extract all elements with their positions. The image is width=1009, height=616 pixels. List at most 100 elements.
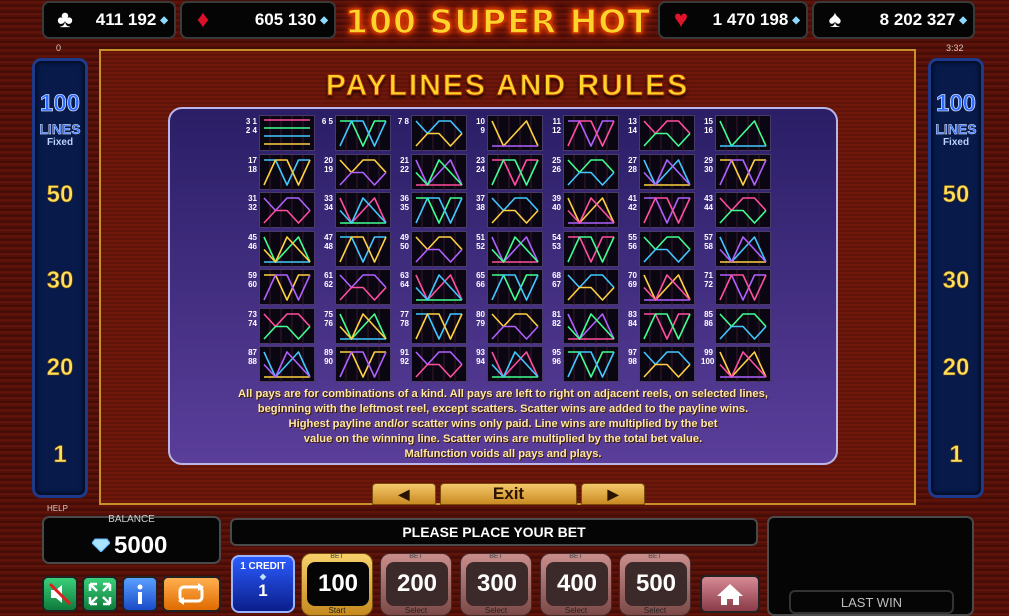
payline-pattern-icon [335, 115, 391, 151]
bet-value: 100 [307, 562, 369, 606]
payline-pattern-icon [335, 269, 391, 305]
lines-label: LINES [935, 121, 977, 137]
jackpot-hearts: ♥ 1 470 198 ◆ [658, 1, 808, 39]
lines-fixed-label: Fixed [942, 137, 970, 148]
lines-option-50[interactable]: 50 [931, 181, 981, 209]
left-counter: 0 [56, 43, 62, 53]
sound-toggle-button[interactable] [42, 576, 78, 612]
bet-caption: BET [648, 553, 662, 560]
clubs-icon: ♣ [57, 6, 73, 33]
payline-pattern-icon [639, 153, 695, 190]
right-arrow-icon: ▶ [607, 486, 619, 502]
payline-number: 89 90 [324, 348, 333, 366]
payline-pattern-icon [487, 307, 543, 344]
left-arrow-icon: ◀ [398, 486, 410, 502]
lines-option-30[interactable]: 30 [35, 267, 85, 295]
bet-value: 400 [546, 562, 608, 606]
bet-400-button[interactable]: BET 400 Select [540, 553, 612, 616]
bet-100-button[interactable]: BET 100 Start [301, 553, 373, 616]
payline-pattern-icon [639, 346, 695, 382]
payline-number: 27 28 [628, 155, 637, 174]
payline-number: 57 58 [704, 232, 713, 251]
paylines-panel: PAYLINES AND RULES 3 1 2 4 6 5 7 8 10 9 11 1… [99, 49, 916, 505]
payline-number: 54 53 [552, 232, 561, 251]
payline-number: 65 66 [476, 271, 485, 289]
bet-caption: BET [330, 553, 344, 560]
bet-200-button[interactable]: BET 200 Select [380, 553, 452, 616]
payline-number: 99 100 [701, 348, 715, 366]
jackpot-clubs: ♣ 411 192 ◆ [42, 1, 176, 39]
payline-thumbnail: 95 96 [549, 346, 619, 383]
payline-number: 95 96 [552, 348, 561, 366]
bet-action: Start [328, 606, 346, 615]
clock: 3:32 [946, 43, 964, 53]
payline-thumbnail: 93 94 [473, 346, 543, 383]
lines-count: 100 [935, 90, 977, 117]
autoplay-button[interactable] [162, 576, 221, 612]
payline-thumbnail: 73 74 [245, 307, 315, 345]
lines-option-30[interactable]: 30 [931, 267, 981, 295]
bet-500-button[interactable]: BET 500 Select [619, 553, 691, 616]
next-page-button[interactable]: ▶ [581, 483, 645, 505]
status-message: PLEASE PLACE YOUR BET [230, 518, 758, 546]
game-title: 100 SUPER HOT [344, 1, 651, 42]
payline-number: 25 26 [552, 155, 561, 174]
bet-value: 300 [466, 562, 528, 606]
jackpot-hearts-value: 1 470 198 [712, 10, 789, 29]
diamond-gem-icon: ◆ [792, 14, 800, 26]
prev-page-button[interactable]: ◀ [372, 483, 436, 505]
credit-label: 1 CREDIT [240, 561, 286, 572]
fullscreen-button[interactable] [82, 576, 118, 612]
payline-thumbnail: 63 64 [397, 269, 467, 306]
payline-thumbnail: 17 18 [245, 153, 315, 191]
payline-number: 85 86 [704, 309, 713, 328]
payline-thumbnail: 33 34 [321, 192, 391, 229]
payline-thumbnail: 68 67 [549, 269, 619, 306]
payline-thumbnail: 23 24 [473, 153, 543, 191]
lines-option-1[interactable]: 1 [35, 441, 85, 469]
payline-number: 59 60 [248, 271, 257, 289]
payline-number: 45 46 [248, 232, 257, 251]
home-button[interactable] [700, 575, 760, 613]
lines-option-20[interactable]: 20 [931, 354, 981, 382]
exit-button[interactable]: Exit [440, 483, 577, 505]
payline-pattern-icon [259, 307, 315, 344]
diamonds-icon: ♦ [196, 6, 210, 33]
payline-thumbnail: 47 48 [321, 230, 391, 268]
payline-number: 49 50 [400, 232, 409, 251]
payline-thumbnail: 51 52 [473, 230, 543, 268]
payline-number: 97 98 [628, 348, 637, 366]
payline-number: 47 48 [324, 232, 333, 251]
payline-number: 68 67 [552, 271, 561, 289]
payline-thumbnail: 89 90 [321, 346, 391, 383]
payline-pattern-icon [563, 115, 619, 151]
payline-thumbnail: 70 69 [625, 269, 695, 306]
payline-pattern-icon [487, 230, 543, 267]
payline-pattern-icon [715, 192, 771, 228]
payline-number: 91 92 [400, 348, 409, 366]
credit-value-button[interactable]: 1 CREDIT ◆ 1 [231, 555, 295, 613]
info-button[interactable] [122, 576, 158, 612]
bet-300-button[interactable]: BET 300 Select [460, 553, 532, 616]
payline-pattern-icon [411, 230, 467, 267]
diamond-gem-icon: ◆ [160, 14, 168, 26]
payline-pattern-icon [639, 307, 695, 344]
payline-pattern-icon [487, 346, 543, 382]
jackpot-spades: ♠ 8 202 327 ◆ [812, 1, 975, 39]
payline-thumbnail: 59 60 [245, 269, 315, 306]
rules-text: All pays are for combinations of a kind.… [170, 387, 836, 462]
payline-number: 31 32 [248, 194, 257, 212]
payline-thumbnail: 61 62 [321, 269, 391, 306]
payline-number: 61 62 [324, 271, 333, 289]
payline-number: 17 18 [248, 155, 257, 174]
payline-pattern-icon [563, 153, 619, 190]
payline-pattern-icon [715, 230, 771, 267]
lines-fixed-label: Fixed [46, 137, 74, 148]
payline-pattern-icon [563, 269, 619, 305]
lines-option-20[interactable]: 20 [35, 354, 85, 382]
payline-number: 43 44 [704, 194, 713, 212]
help-label: HELP [47, 504, 68, 513]
lines-option-1[interactable]: 1 [931, 441, 981, 469]
lines-option-50[interactable]: 50 [35, 181, 85, 209]
payline-pattern-icon [715, 115, 771, 151]
